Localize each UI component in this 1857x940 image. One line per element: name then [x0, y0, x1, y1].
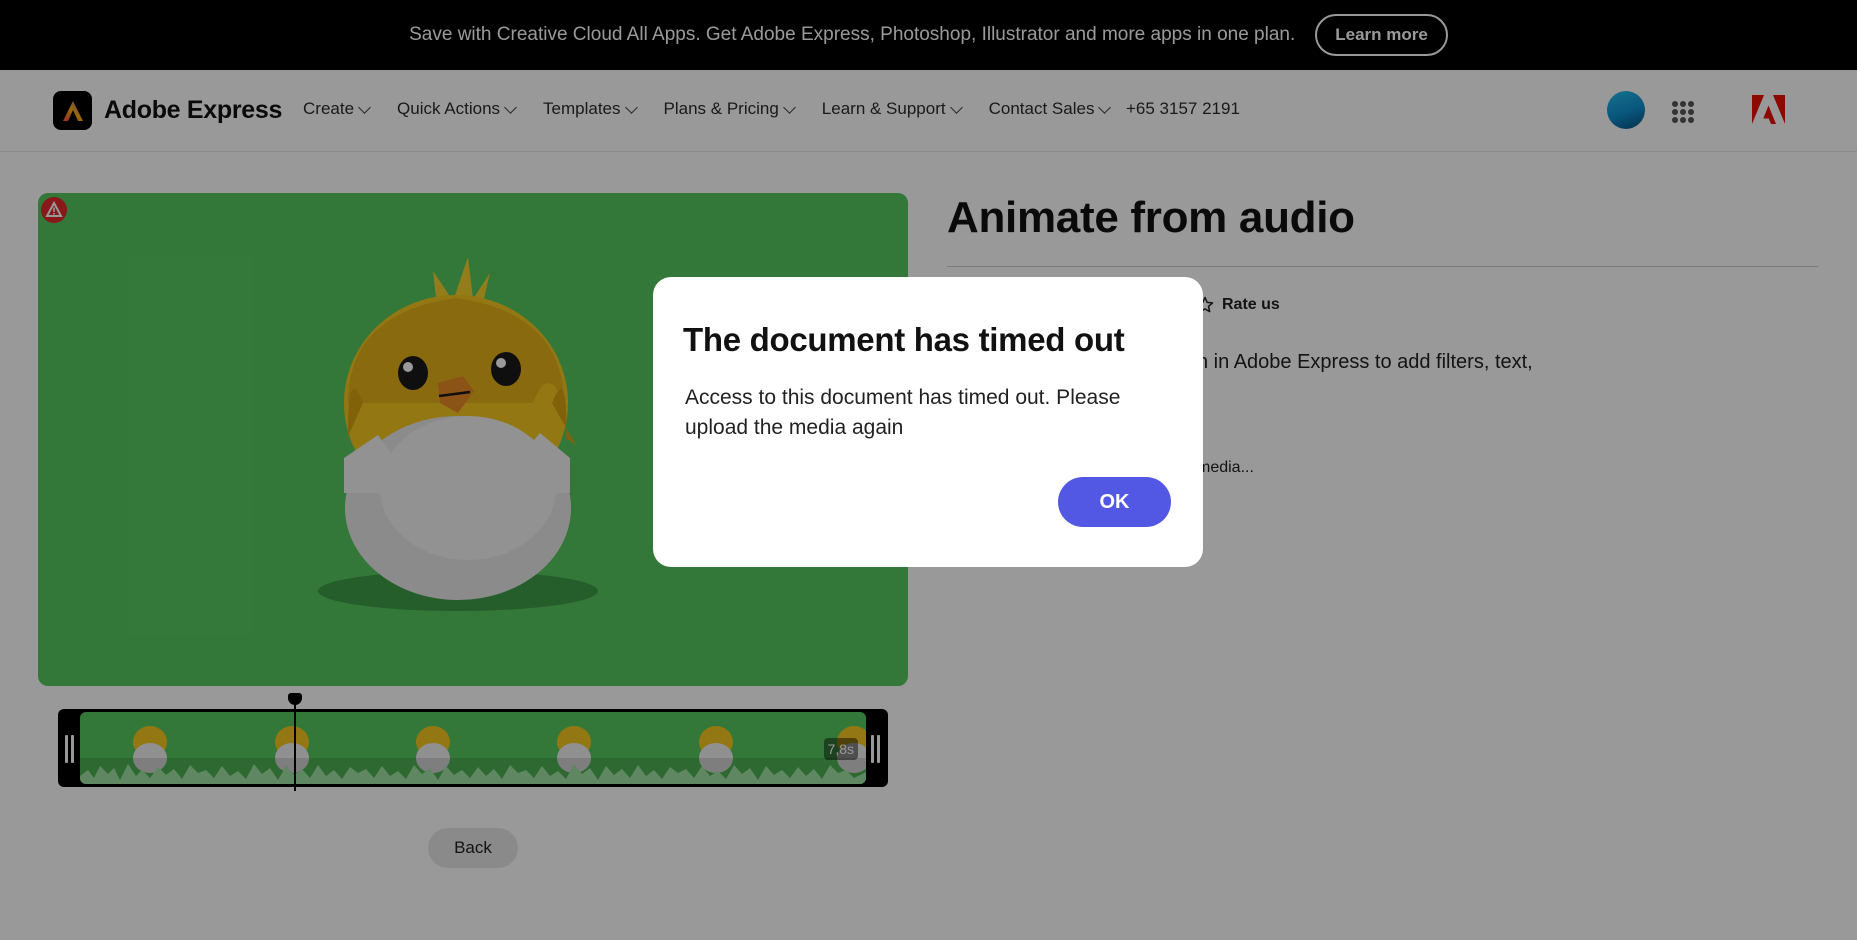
dialog-title: The document has timed out	[683, 321, 1125, 358]
dialog-body: Access to this document has timed out. P…	[685, 386, 1121, 439]
timeout-dialog: The document has timed out Access to thi…	[653, 277, 1203, 567]
ok-button[interactable]: OK	[1058, 477, 1171, 527]
